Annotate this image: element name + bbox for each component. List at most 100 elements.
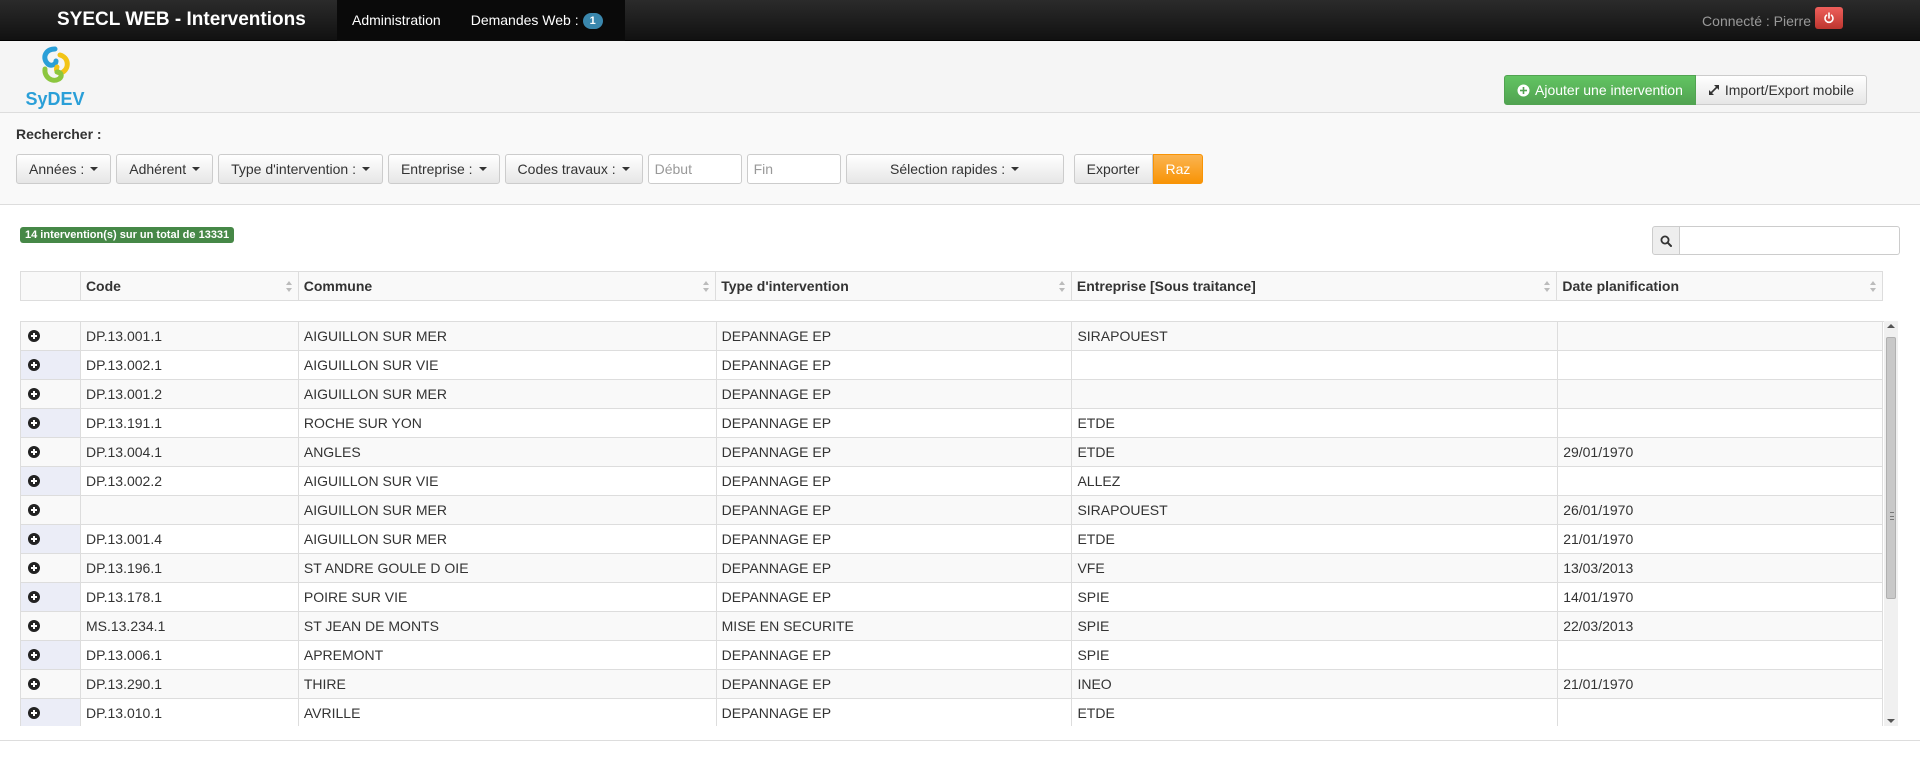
cell-entreprise: SPIE (1072, 583, 1559, 611)
plus-circle-icon[interactable] (28, 707, 40, 719)
row-expand-cell[interactable] (21, 496, 81, 524)
entreprise-dropdown[interactable]: Entreprise : (387, 154, 500, 184)
type-intervention-label: Type d'intervention : (231, 161, 356, 177)
date-fin-input[interactable]: Fin (746, 154, 841, 184)
plus-circle-icon[interactable] (28, 417, 40, 429)
add-intervention-label: Ajouter une intervention (1535, 82, 1683, 98)
table-row[interactable]: DP.13.001.1 AIGUILLON SUR MER DEPANNAGE EP… (20, 322, 1884, 351)
scroll-down-arrow-icon[interactable] (1887, 719, 1895, 723)
header-date-planification[interactable]: Date planification (1557, 272, 1882, 300)
plus-circle-icon[interactable] (28, 620, 40, 632)
cell-commune: APREMONT (299, 641, 717, 669)
row-expand-cell[interactable] (21, 641, 81, 669)
header-actions: Ajouter une intervention Import/Export m… (1504, 75, 1868, 105)
header-type-intervention[interactable]: Type d'intervention (716, 272, 1072, 300)
cell-code: DP.13.004.1 (81, 438, 299, 466)
plus-circle-icon[interactable] (28, 504, 40, 516)
plus-circle-icon[interactable] (28, 359, 40, 371)
app-title[interactable]: SYECL WEB - Interventions (57, 9, 306, 31)
row-expand-cell[interactable] (21, 670, 81, 698)
table-row[interactable]: DP.13.001.2 AIGUILLON SUR MER DEPANNAGE EP (20, 380, 1884, 409)
table-row[interactable]: DP.13.006.1 APREMONT DEPANNAGE EP SPIE (20, 641, 1884, 670)
cell-commune: AVRILLE (299, 699, 717, 726)
header-code[interactable]: Code (81, 272, 299, 300)
table-row[interactable]: DP.13.191.1 ROCHE SUR YON DEPANNAGE EP ETDE (20, 409, 1884, 438)
table-scrollbar[interactable] (1884, 321, 1898, 726)
row-expand-cell[interactable] (21, 554, 81, 582)
cell-code: DP.13.002.2 (81, 467, 299, 495)
nav-administration[interactable]: Administration (337, 0, 456, 41)
cell-date: 22/03/2013 (1558, 612, 1884, 640)
plus-circle-icon[interactable] (28, 649, 40, 661)
table-row[interactable]: DP.13.196.1 ST ANDRE GOULE D OIE DEPANNAGE… (20, 554, 1884, 583)
raz-button[interactable]: Raz (1152, 154, 1204, 184)
plus-circle-icon[interactable] (28, 533, 40, 545)
adherent-label: Adhérent (129, 161, 187, 177)
date-debut-input[interactable]: Début (647, 154, 742, 184)
scroll-up-arrow-icon[interactable] (1887, 324, 1895, 328)
plus-circle-icon[interactable] (28, 562, 40, 574)
codes-travaux-dropdown[interactable]: Codes travaux : (504, 154, 643, 184)
row-expand-cell[interactable] (21, 467, 81, 495)
header-expand (21, 272, 81, 300)
cell-type: DEPANNAGE EP (717, 351, 1073, 379)
row-expand-cell[interactable] (21, 612, 81, 640)
cell-date: 21/01/1970 (1558, 525, 1884, 553)
table-row[interactable]: DP.13.178.1 POIRE SUR VIE DEPANNAGE EP SPIE… (20, 583, 1884, 612)
annees-label: Années : (29, 161, 85, 177)
table-row[interactable]: DP.13.001.4 AIGUILLON SUR MER DEPANNAGE EP… (20, 525, 1884, 554)
table-body-scroll[interactable]: DP.13.001.1 AIGUILLON SUR MER DEPANNAGE EP… (20, 321, 1885, 726)
cell-date: 21/01/1970 (1558, 670, 1884, 698)
entreprise-label: Entreprise : (400, 161, 473, 177)
table-row[interactable]: DP.13.002.2 AIGUILLON SUR VIE DEPANNAGE EP… (20, 467, 1884, 496)
cell-entreprise: ETDE (1072, 438, 1559, 466)
table-row[interactable]: DP.13.290.1 THIRE DEPANNAGE EP INEO 21/01/19… (20, 670, 1884, 699)
plus-circle-icon[interactable] (28, 678, 40, 690)
table-row[interactable]: MS.13.234.1 ST JEAN DE MONTS MISE EN SECUR… (20, 612, 1884, 641)
row-expand-cell[interactable] (21, 380, 81, 408)
codes-travaux-label: Codes travaux : (517, 161, 616, 177)
cell-code (81, 496, 299, 524)
cell-code: DP.13.001.4 (81, 525, 299, 553)
cell-type: DEPANNAGE EP (717, 554, 1073, 582)
import-export-button[interactable]: Import/Export mobile (1695, 75, 1868, 105)
nav-demandes-web[interactable]: Demandes Web : 1 (456, 0, 618, 41)
selection-rapides-dropdown[interactable]: Sélection rapides : (845, 154, 1064, 184)
row-expand-cell[interactable] (21, 583, 81, 611)
row-expand-cell[interactable] (21, 322, 81, 350)
row-expand-cell[interactable] (21, 525, 81, 553)
export-button[interactable]: Exporter (1073, 154, 1153, 184)
table-row[interactable]: DP.13.002.1 AIGUILLON SUR VIE DEPANNAGE EP (20, 351, 1884, 380)
cell-type: DEPANNAGE EP (717, 699, 1073, 726)
adherent-dropdown[interactable]: Adhérent (116, 154, 214, 184)
header-entreprise[interactable]: Entreprise [Sous traitance] (1072, 272, 1558, 300)
cell-date: 26/01/1970 (1558, 496, 1884, 524)
table-search (1652, 226, 1900, 255)
table-search-input[interactable] (1680, 226, 1900, 255)
annees-dropdown[interactable]: Années : (16, 154, 112, 184)
row-expand-cell[interactable] (21, 438, 81, 466)
cell-code: DP.13.178.1 (81, 583, 299, 611)
type-intervention-dropdown[interactable]: Type d'intervention : (218, 154, 383, 184)
row-expand-cell[interactable] (21, 409, 81, 437)
table-row[interactable]: DP.13.010.1 AVRILLE DEPANNAGE EP ETDE (20, 699, 1884, 726)
add-intervention-button[interactable]: Ajouter une intervention (1504, 75, 1696, 105)
table-row[interactable]: DP.13.004.1 ANGLES DEPANNAGE EP ETDE 29/01/1… (20, 438, 1884, 467)
row-expand-cell[interactable] (21, 351, 81, 379)
cell-entreprise: SPIE (1072, 641, 1559, 669)
cell-entreprise: INEO (1072, 670, 1559, 698)
cell-type: DEPANNAGE EP (717, 322, 1073, 350)
scroll-thumb[interactable] (1886, 337, 1896, 599)
cell-commune: ANGLES (299, 438, 717, 466)
row-expand-cell[interactable] (21, 699, 81, 726)
table-row[interactable]: AIGUILLON SUR MER DEPANNAGE EP SIRAPOUEST 2… (20, 496, 1884, 525)
header-commune[interactable]: Commune (299, 272, 717, 300)
plus-circle-icon[interactable] (28, 446, 40, 458)
logout-button[interactable] (1815, 7, 1843, 29)
nav-administration-label: Administration (352, 12, 441, 28)
plus-circle-icon[interactable] (28, 591, 40, 603)
plus-circle-icon[interactable] (28, 475, 40, 487)
plus-circle-icon[interactable] (28, 388, 40, 400)
plus-circle-icon[interactable] (28, 330, 40, 342)
sydev-logo: SyDEV (20, 45, 90, 111)
